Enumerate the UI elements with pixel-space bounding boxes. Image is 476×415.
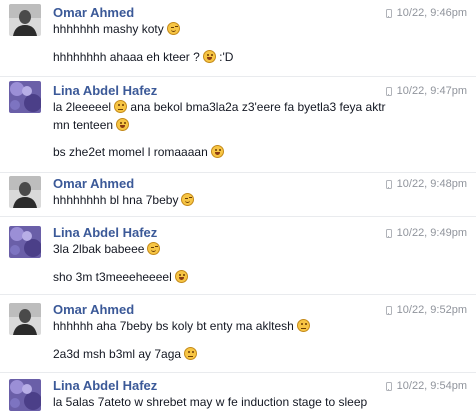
sender-name[interactable]: Omar Ahmed [53,5,134,20]
grin-emoji-icon [210,145,224,158]
message-text-content: hhhhhhh mashy koty [53,22,164,36]
timestamp: 10/22, 9:54pm [385,379,467,394]
timestamp: 10/22, 9:52pm [385,303,467,318]
lina-avatar [9,226,41,258]
message-separator [0,216,476,217]
timestamp-text: 10/22, 9:47pm [396,85,467,97]
wink-emoji-icon [147,242,161,255]
message-text-content: 2a3d msh b3ml ay 7aga [53,347,182,361]
avatar[interactable] [9,379,41,411]
message-text-content: la 2leeeeel [53,100,112,114]
message-text: sho 3m t3meeeheeeel [53,268,453,287]
message-text-content: mn tenteen [53,118,114,132]
timestamp-text: 10/22, 9:52pm [396,304,467,316]
timestamp: 10/22, 9:46pm [385,6,467,21]
avatar[interactable] [9,81,41,113]
message-thread: Omar Ahmed 10/22, 9:46pm hhhhhhh mashy k… [0,0,476,415]
mobile-phone-icon [385,87,392,96]
mobile-phone-icon [385,180,392,189]
grin-emoji-icon [174,270,188,283]
message-separator [0,172,476,173]
timestamp-text: 10/22, 9:54pm [396,380,467,392]
sender-name[interactable]: Omar Ahmed [53,176,134,191]
message-text-content: sho 3m t3meeeheeeel [53,270,172,284]
sender-name[interactable]: Lina Abdel Hafez [53,378,157,393]
timestamp-text: 10/22, 9:49pm [396,227,467,239]
message-text-suffix: ana bekol bma3la2a z3'eere fa byetla3 fe… [127,100,386,114]
message-separator [0,76,476,77]
timestamp: 10/22, 9:48pm [385,177,467,192]
message-text: bs zhe2et momel l romaaaan [53,143,453,162]
message-text: hhhhhhhh bl hna 7beby [53,191,453,210]
message-text-content: hhhhhhhh ahaaa eh kteer ? [53,50,200,64]
timestamp-text: 10/22, 9:48pm [396,178,467,190]
timestamp: 10/22, 9:49pm [385,226,467,241]
message-text-content: 3la 2lbak babeee [53,242,145,256]
neutral-emoji-icon [296,319,310,332]
avatar[interactable] [9,226,41,258]
wink-emoji-icon [181,193,195,206]
message-text: la 5alas 7ateto w shrebet may w fe induc… [53,393,453,412]
message-text-content: hhhhhhhh bl hna 7beby [53,193,179,207]
mobile-phone-icon [385,9,392,18]
message-separator [0,372,476,373]
message-text: 2a3d msh b3ml ay 7aga [53,345,453,364]
lina-avatar [9,81,41,113]
message-text: hhhhhhhh ahaaa eh kteer ? :'D [53,48,453,67]
message-text: 3la 2lbak babeee [53,240,453,259]
wink-emoji-icon [166,22,180,35]
sender-name[interactable]: Lina Abdel Hafez [53,225,157,240]
omar-avatar [9,303,41,335]
message-text: la 2leeeeel ana bekol bma3la2a z3'eere f… [53,98,453,117]
grin-emoji-icon [116,118,130,131]
omar-avatar [9,176,41,208]
message-text: hhhhhhh mashy koty [53,20,453,39]
sender-name[interactable]: Omar Ahmed [53,302,134,317]
message-text-content: la 5alas 7ateto w shrebet may w fe induc… [53,395,368,409]
message-text-content: bs zhe2et momel l romaaaan [53,145,208,159]
neutral-emoji-icon [114,100,128,113]
sender-name[interactable]: Lina Abdel Hafez [53,83,157,98]
timestamp: 10/22, 9:47pm [385,84,467,99]
mobile-phone-icon [385,382,392,391]
lina-avatar [9,379,41,411]
message-text: mn tenteen [53,116,453,135]
grin-emoji-icon [202,50,216,63]
message-separator [0,294,476,295]
message-text: hhhhhh aha 7beby bs koly bt enty ma aklt… [53,317,453,336]
avatar[interactable] [9,4,41,36]
mobile-phone-icon [385,306,392,315]
avatar[interactable] [9,176,41,208]
timestamp-text: 10/22, 9:46pm [396,7,467,19]
avatar[interactable] [9,303,41,335]
neutral-emoji-icon [184,347,198,360]
message-text-content: hhhhhh aha 7beby bs koly bt enty ma aklt… [53,319,294,333]
mobile-phone-icon [385,229,392,238]
omar-avatar [9,4,41,36]
message-text-suffix: :'D [215,50,234,64]
